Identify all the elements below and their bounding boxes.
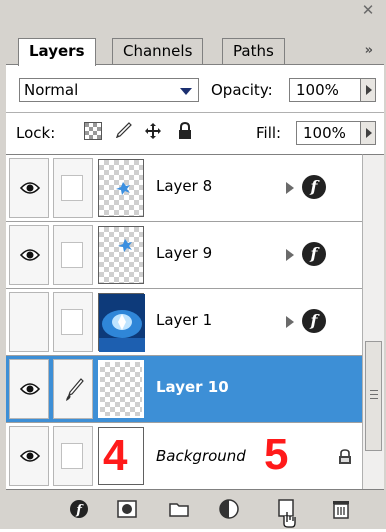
layer-row-layer-10[interactable]: Layer 10 xyxy=(6,356,362,423)
blend-mode-select[interactable]: Normal xyxy=(19,78,199,102)
panel-title-bar[interactable]: ✕ xyxy=(6,0,384,40)
eye-icon xyxy=(20,383,40,395)
layer-style-icon[interactable]: f xyxy=(68,498,88,518)
fill-slider-button[interactable] xyxy=(360,121,376,145)
layer-name: Layer 10 xyxy=(156,378,229,396)
layer-thumbnail xyxy=(98,159,144,217)
trash-icon[interactable] xyxy=(330,498,350,519)
link-toggle[interactable] xyxy=(53,292,93,352)
opacity-field[interactable]: 100% xyxy=(289,78,361,102)
layer-thumbnail: 4 xyxy=(98,427,144,485)
fx-icon: f xyxy=(302,309,326,333)
fx-icon: f xyxy=(302,175,326,199)
layers-toolbar: f xyxy=(6,489,384,529)
panel-menu-icon[interactable]: » xyxy=(365,43,373,58)
tab-label: Layers xyxy=(29,42,85,60)
brush-icon xyxy=(66,378,84,401)
layer-row-layer-9[interactable]: Layer 9 f xyxy=(6,222,362,289)
visibility-toggle[interactable] xyxy=(9,359,49,419)
fx-icon: f xyxy=(302,242,326,266)
layer-name: Layer 8 xyxy=(156,177,213,195)
new-layer-icon[interactable] xyxy=(276,498,296,528)
layer-thumbnail xyxy=(98,226,144,284)
link-toggle[interactable] xyxy=(53,426,93,486)
layer-name: Background xyxy=(156,447,246,465)
layer-row-layer-1[interactable]: Layer 1 f xyxy=(6,289,362,356)
scrollbar-thumb[interactable] xyxy=(365,341,382,451)
brush-indicator[interactable] xyxy=(53,359,93,419)
layer-name: Layer 9 xyxy=(156,244,213,262)
link-toggle[interactable] xyxy=(53,158,93,218)
layers-scrollbar[interactable] xyxy=(362,154,384,489)
layer-row-background[interactable]: 4 Background 5 xyxy=(6,423,362,490)
fill-field[interactable]: 100% xyxy=(296,121,361,145)
visibility-toggle[interactable] xyxy=(9,158,49,218)
eye-icon xyxy=(20,450,40,462)
fill-value: 100% xyxy=(303,124,346,142)
tab-paths[interactable]: Paths xyxy=(222,38,285,64)
annotation-number-4: 4 xyxy=(103,431,128,480)
chevron-down-icon xyxy=(180,88,192,95)
opacity-value: 100% xyxy=(296,81,339,99)
expand-effects-icon[interactable] xyxy=(286,249,294,261)
layer-row-layer-8[interactable]: Layer 8 f xyxy=(6,155,362,222)
eye-icon xyxy=(20,182,40,194)
opacity-label: Opacity: xyxy=(211,81,273,99)
options-divider xyxy=(6,112,384,113)
layer-thumbnail xyxy=(98,360,144,418)
close-icon[interactable]: ✕ xyxy=(360,3,376,18)
eye-icon xyxy=(20,249,40,261)
tab-channels[interactable]: Channels xyxy=(112,38,204,64)
layers-list: Layer 8 f Layer 9 f Layer 1 f Layer 10 4… xyxy=(6,154,362,490)
lock-icon xyxy=(339,449,351,464)
expand-effects-icon[interactable] xyxy=(286,182,294,194)
layer-options: Normal Opacity: 100% Lock: Fill: 100% xyxy=(6,64,384,154)
opacity-slider-button[interactable] xyxy=(360,78,376,102)
visibility-toggle[interactable] xyxy=(9,426,49,486)
visibility-toggle[interactable] xyxy=(9,292,49,352)
layer-mask-icon[interactable] xyxy=(116,498,137,518)
lock-pixels-icon[interactable] xyxy=(114,122,132,140)
layers-panel: ✕ Layers Channels Paths » Normal Opacity… xyxy=(0,0,386,529)
new-group-icon[interactable] xyxy=(168,498,189,518)
tab-layers[interactable]: Layers xyxy=(18,38,96,66)
tab-label: Channels xyxy=(123,42,193,60)
layer-name: Layer 1 xyxy=(156,311,213,329)
adjustment-layer-icon[interactable] xyxy=(218,498,239,519)
lock-transparency-icon[interactable] xyxy=(84,122,102,140)
fill-label: Fill: xyxy=(256,124,282,142)
layer-thumbnail xyxy=(98,293,145,352)
expand-effects-icon[interactable] xyxy=(286,316,294,328)
lock-all-icon[interactable] xyxy=(176,121,194,140)
tab-label: Paths xyxy=(233,42,274,60)
lock-label: Lock: xyxy=(16,124,56,142)
lock-position-icon[interactable] xyxy=(144,122,162,140)
link-toggle[interactable] xyxy=(53,225,93,285)
annotation-number-5: 5 xyxy=(264,430,289,479)
visibility-toggle[interactable] xyxy=(9,225,49,285)
blend-mode-value: Normal xyxy=(24,81,79,99)
